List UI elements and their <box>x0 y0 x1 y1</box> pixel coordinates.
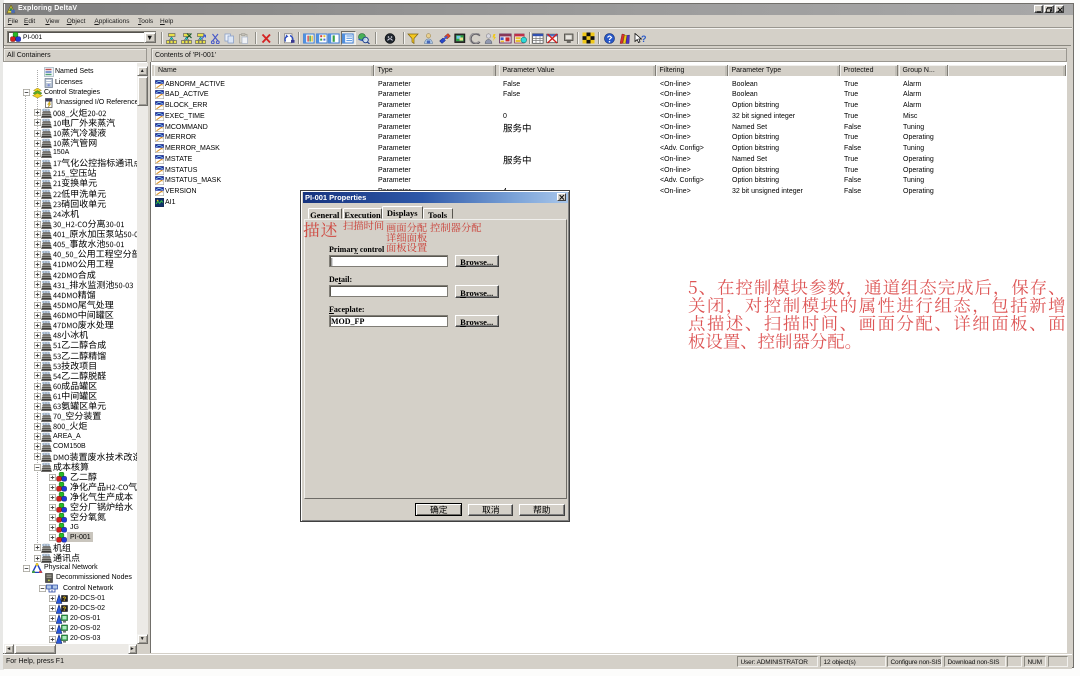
svg-text:?: ? <box>641 34 647 44</box>
svg-text:?: ? <box>62 597 66 603</box>
svg-text:?: ? <box>62 607 66 613</box>
